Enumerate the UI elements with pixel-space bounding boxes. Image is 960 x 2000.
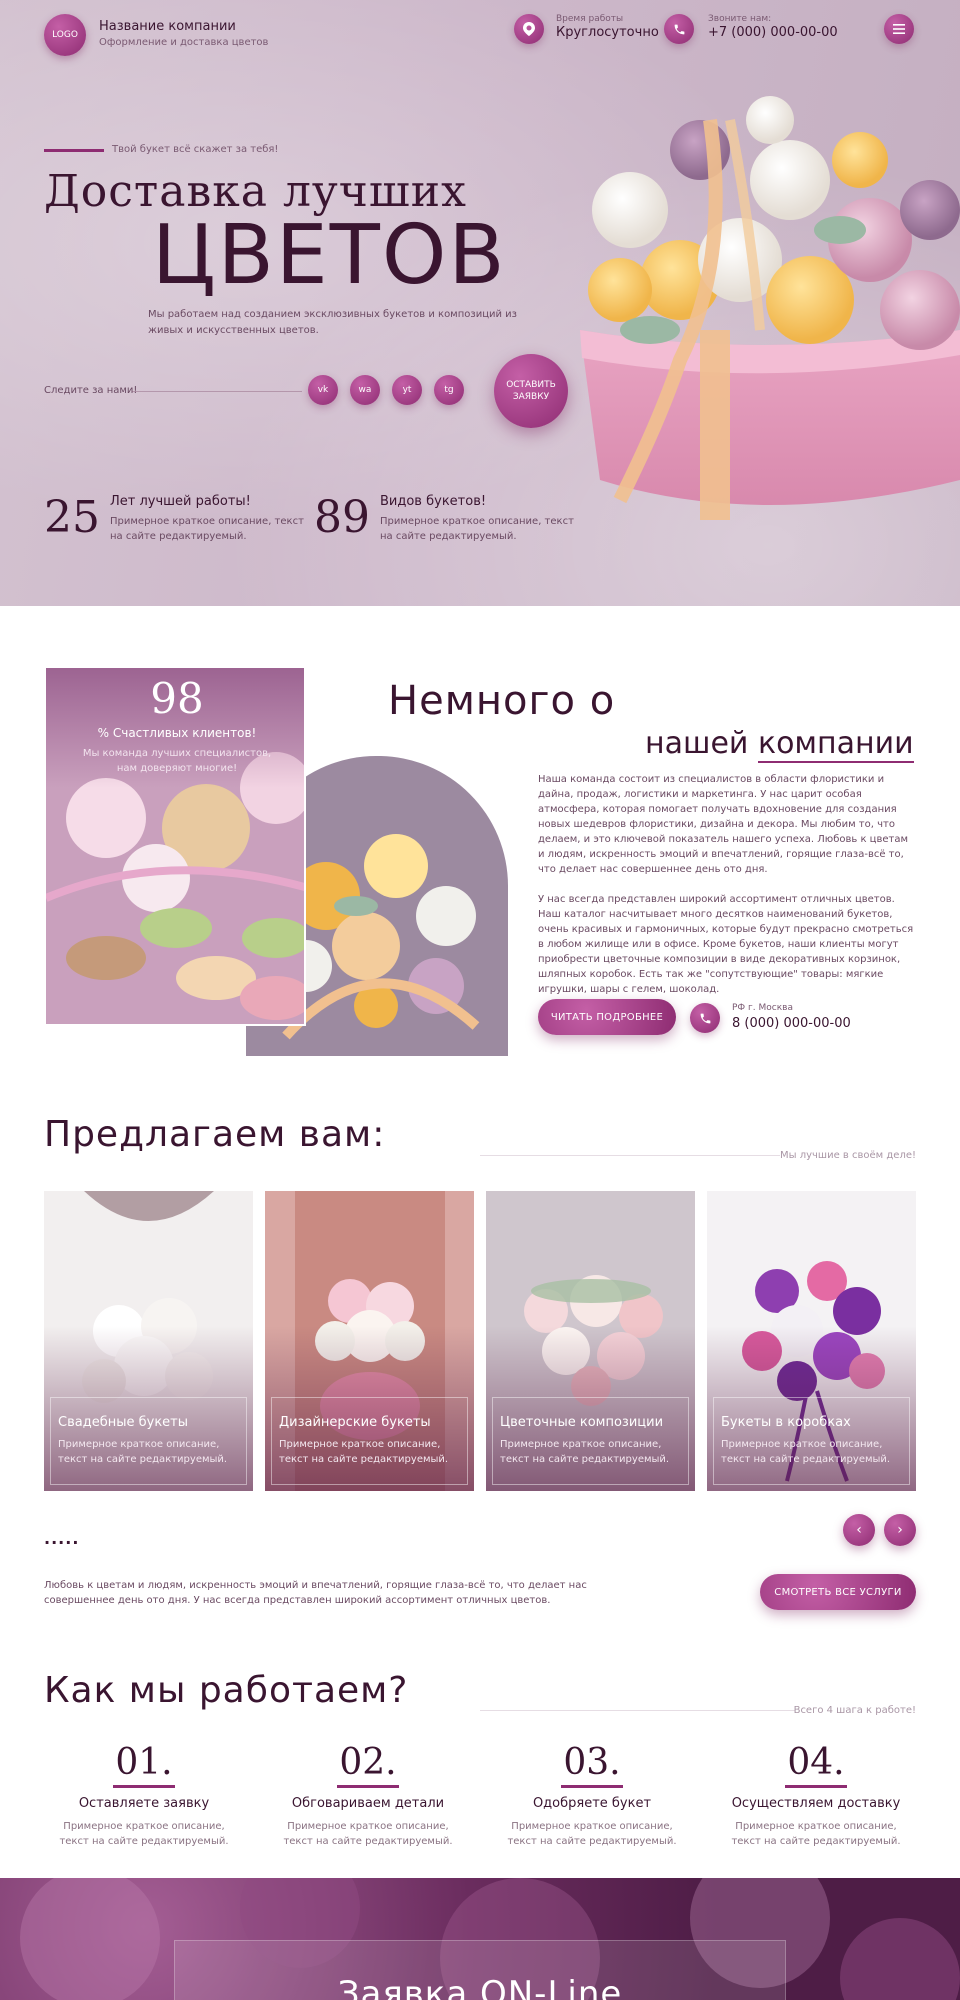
- card-title: Букеты в коробках: [721, 1415, 851, 1430]
- menu-icon[interactable]: [884, 14, 914, 44]
- phone-number[interactable]: +7 (000) 000-00-00: [708, 25, 838, 40]
- phone-icon: [690, 1003, 720, 1033]
- step-title: Осуществляем доставку: [731, 1796, 901, 1811]
- arrow-right-icon[interactable]: ›: [884, 1514, 916, 1546]
- services-title: Предлагаем вам:: [44, 1114, 386, 1155]
- happy-clients-image: 98 % Счастливых клиентов! Мы команда луч…: [44, 666, 306, 1026]
- step-title: Одобряете букет: [532, 1796, 652, 1811]
- read-more-button[interactable]: ЧИТАТЬ ПОДРОБНЕЕ: [538, 999, 676, 1035]
- whatsapp-icon[interactable]: wa: [350, 375, 380, 405]
- location-label: РФ г. Москва: [732, 1003, 793, 1013]
- step-desc: Примерное краткое описание, текст на сай…: [59, 1821, 229, 1847]
- hero-description: Мы работаем над созданием эксклюзивных б…: [148, 309, 517, 336]
- hours-label: Время работы: [556, 14, 624, 24]
- stat-number: 25: [44, 492, 100, 543]
- steps-note: Всего 4 шага к работе!: [793, 1705, 916, 1716]
- happy-clients-number: 98: [150, 674, 204, 723]
- step-desc: Примерное краткое описание, текст на сай…: [731, 1821, 901, 1847]
- stat-title: Лет лучшей работы!: [110, 494, 251, 509]
- happy-clients-label: % Счастливых клиентов!: [97, 726, 257, 740]
- card-desc: Примерное краткое описание, текст на сай…: [500, 1439, 670, 1465]
- hero-kicker: Твой букет всё скажет за тебя!: [112, 144, 279, 155]
- company-name: Название компании: [99, 19, 236, 34]
- steps-title: Как мы работаем?: [44, 1670, 409, 1711]
- stat-text: Примерное краткое описание, текст на сай…: [380, 516, 574, 542]
- phone-label: Звоните нам:: [708, 14, 772, 24]
- step-title: Обговариваем детали: [291, 1796, 445, 1811]
- about-title-line1: Немного о: [388, 678, 616, 724]
- card-title: Цветочные композиции: [500, 1415, 664, 1430]
- clock-icon: [514, 14, 544, 44]
- vk-icon[interactable]: vk: [308, 375, 338, 405]
- step-number: 03.: [561, 1742, 623, 1788]
- step-number: 02.: [337, 1742, 399, 1788]
- about-title-underlined: компании: [757, 726, 914, 763]
- arrow-left-icon[interactable]: ‹: [843, 1514, 875, 1546]
- step-desc: Примерное краткое описание, текст на сай…: [507, 1821, 677, 1847]
- step-number: 04.: [785, 1742, 847, 1788]
- card-title: Дизайнерские букеты: [279, 1415, 431, 1430]
- card-desc: Примерное краткое описание, текст на сай…: [279, 1439, 449, 1465]
- services-note: Мы лучшие в своём деле!: [780, 1150, 916, 1161]
- card-desc: Примерное краткое описание, текст на сай…: [721, 1439, 891, 1465]
- services-text: Любовь к цветам и людям, искренность эмо…: [44, 1580, 587, 1606]
- youtube-icon[interactable]: yt: [392, 375, 422, 405]
- step-title: Оставляете заявку: [78, 1796, 210, 1811]
- view-all-services-button[interactable]: СМОТРЕТЬ ВСЕ УСЛУГИ: [760, 1574, 916, 1610]
- step-1: 01. Оставляете заявку Примерное краткое …: [44, 1742, 244, 1849]
- kicker-accent-line: [44, 149, 104, 152]
- card-title: Свадебные букеты: [58, 1415, 188, 1430]
- stat-number: 89: [314, 492, 370, 543]
- stat-title: Видов букетов!: [380, 494, 487, 509]
- about-paragraph-1: Наша команда состоит из специалистов в о…: [538, 774, 909, 875]
- about-title-word: нашей: [645, 726, 749, 761]
- hero-section: LOGO Название компании Оформление и дост…: [0, 0, 960, 606]
- service-card-compositions[interactable]: Цветочные композиции Примерное краткое о…: [486, 1191, 695, 1491]
- order-title: Заявка ON-Line: [337, 1974, 623, 2000]
- step-number: 01.: [113, 1742, 175, 1788]
- stat-text: Примерное краткое описание, текст на сай…: [110, 516, 304, 542]
- about-title-line2: нашей компании: [645, 726, 914, 763]
- about-phone-number[interactable]: 8 (000) 000-00-00: [732, 1016, 851, 1031]
- step-4: 04. Осуществляем доставку Примерное крат…: [716, 1742, 916, 1849]
- follow-divider: [132, 391, 302, 392]
- about-paragraph-2: У нас всегда представлен широкий ассорти…: [538, 894, 914, 995]
- logo[interactable]: LOGO: [44, 14, 86, 56]
- leave-request-button[interactable]: ОСТАВИТЬ ЗАЯВКУ: [494, 354, 568, 428]
- step-desc: Примерное краткое описание, текст на сай…: [283, 1821, 453, 1847]
- hero-flower-box-image: [580, 96, 960, 520]
- happy-clients-sub: Мы команда лучших специалистов, нам дове…: [82, 748, 272, 774]
- social-links: vk wa yt tg: [308, 375, 464, 405]
- phone-icon: [664, 14, 694, 44]
- service-card-wedding[interactable]: Свадебные букеты Примерное краткое описа…: [44, 1191, 253, 1491]
- service-card-designer[interactable]: Дизайнерские букеты Примерное краткое оп…: [265, 1191, 474, 1491]
- follow-label: Следите за нами!: [44, 385, 138, 396]
- hours-value: Круглосуточно: [556, 25, 659, 40]
- company-tagline: Оформление и доставка цветов: [99, 37, 269, 48]
- step-2: 02. Обговариваем детали Примерное кратко…: [268, 1742, 468, 1849]
- slider-dots[interactable]: .....: [44, 1529, 79, 1548]
- hero-title-line2: ЦВЕТОВ: [152, 208, 507, 303]
- service-card-boxes[interactable]: Букеты в коробках Примерное краткое опис…: [707, 1191, 916, 1491]
- online-order-section: Заявка ON-Line: [0, 1878, 960, 2000]
- telegram-icon[interactable]: tg: [434, 375, 464, 405]
- top-bar: LOGO Название компании Оформление и дост…: [44, 12, 916, 58]
- card-desc: Примерное краткое описание, текст на сай…: [58, 1439, 228, 1465]
- step-3: 03. Одобряете букет Примерное краткое оп…: [492, 1742, 692, 1849]
